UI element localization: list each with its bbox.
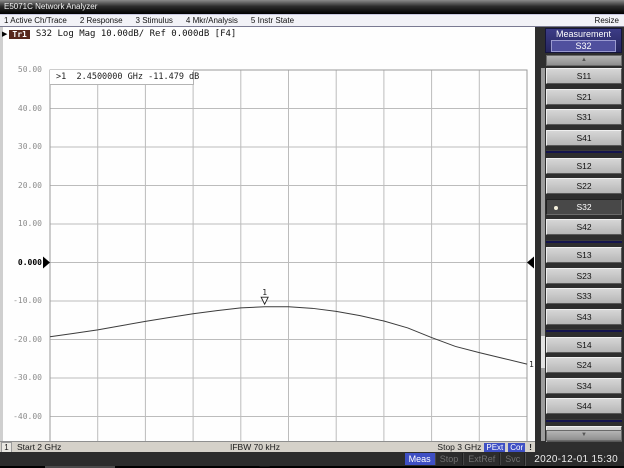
softkey-menu-title: Measurement: [546, 29, 621, 40]
active-trace-arrow-icon: ▶: [2, 30, 7, 38]
datetime-display: 2020-12-01 15:30: [525, 453, 624, 466]
softkey-s44[interactable]: S44: [546, 398, 622, 414]
channel-status-bar: 1 Start 2 GHz IFBW 70 kHz Stop 3 GHz PEx…: [0, 441, 535, 452]
softkey-label: S12: [576, 161, 591, 171]
menu-item-4[interactable]: 4 Mkr/Analysis: [186, 16, 238, 25]
title-bar: E5071C Network Analyzer: [0, 0, 624, 14]
softkey-label: S34: [576, 381, 591, 391]
softkey-label: S11: [577, 71, 592, 81]
alert-indicator: !: [528, 442, 532, 452]
meas-status: Meas: [405, 453, 435, 465]
instrument-screen: E5071C Network Analyzer 1 Active Ch/Trac…: [0, 0, 624, 468]
softkey-group-separator: [546, 150, 622, 153]
softkey-s21[interactable]: S21: [546, 89, 622, 105]
softkey-label: S43: [576, 312, 591, 322]
selected-bullet-icon: [554, 206, 558, 210]
trace-chart: 11: [0, 67, 535, 468]
trace-settings-text: S32 Log Mag 10.00dB/ Ref 0.000dB [F4]: [36, 29, 236, 39]
softkey-list: S11 S21 S31 S41 S12 S22 S32 S42 S13 S23 S33 S43 S14 S…: [546, 68, 622, 442]
softkey-scroll-up-button[interactable]: ▲: [546, 55, 622, 66]
menu-bar: 1 Active Ch/Trace 2 Response 3 Stimulus 4 M…: [0, 14, 624, 27]
channel-number: 1: [1, 442, 12, 453]
stop-frequency[interactable]: Stop 3 GHz: [437, 442, 481, 452]
trace1-badge[interactable]: Tr1: [9, 30, 29, 39]
stop-status: Stop: [435, 453, 464, 465]
marker1-number: 1: [262, 288, 267, 297]
softkey-menu-header: Measurement S32: [545, 28, 622, 53]
softkey-label: S42: [576, 222, 591, 232]
menu-item-5[interactable]: 5 Instr State: [251, 16, 294, 25]
softkey-s23[interactable]: S23: [546, 268, 622, 284]
softkey-label: S14: [576, 340, 591, 350]
ref-level-right-icon: [527, 257, 534, 269]
softkey-s14[interactable]: S14: [546, 337, 622, 353]
softkey-s34[interactable]: S34: [546, 378, 622, 394]
softkey-label: S24: [576, 360, 591, 370]
softkey-sidebar: Measurement S32 ▲ S11S21S31S41S12S22S32S…: [535, 27, 624, 452]
extref-status: ExtRef: [463, 453, 500, 465]
window-title: E5071C Network Analyzer: [4, 2, 97, 11]
softkey-label: S21: [576, 92, 591, 102]
softkey-label: S13: [576, 250, 591, 260]
svc-status: Svc: [500, 453, 525, 465]
softkey-label: S23: [576, 271, 591, 281]
menu-item-1[interactable]: 1 Active Ch/Trace: [4, 16, 67, 25]
ref-level-left-icon: [43, 257, 50, 269]
softkey-scrollbar[interactable]: [541, 68, 545, 441]
softkey-label: S44: [576, 401, 591, 411]
display-area: ▶ Tr1 S32 Log Mag 10.00dB/ Ref 0.000dB […: [0, 27, 535, 441]
softkey-label: S22: [576, 181, 591, 191]
softkey-s13[interactable]: S13: [546, 247, 622, 263]
instrument-status-bar: Meas Stop ExtRef Svc 2020-12-01 15:30: [0, 452, 624, 466]
softkey-label: S32: [576, 202, 591, 212]
menu-item-2[interactable]: 2 Response: [80, 16, 123, 25]
softkey-s12[interactable]: S12: [546, 158, 622, 174]
softkey-s33[interactable]: S33: [546, 288, 622, 304]
softkey-label: S33: [576, 291, 591, 301]
menu-items: 1 Active Ch/Trace 2 Response 3 Stimulus 4 M…: [0, 16, 294, 25]
softkey-s43[interactable]: S43: [546, 309, 622, 325]
softkey-scrollbar-thumb[interactable]: [541, 336, 545, 368]
softkey-group-separator: [546, 419, 622, 422]
softkey-s42[interactable]: S42: [546, 219, 622, 235]
softkey-menu-value: S32: [551, 40, 616, 52]
softkey-label: S41: [576, 133, 591, 143]
resize-button[interactable]: Resize: [595, 16, 624, 25]
softkey-label: S31: [576, 112, 591, 122]
softkey-s22[interactable]: S22: [546, 178, 622, 194]
menu-item-3[interactable]: 3 Stimulus: [136, 16, 173, 25]
softkey-s11[interactable]: S11: [546, 68, 622, 84]
softkey-s32[interactable]: S32: [546, 199, 622, 215]
softkey-group-separator: [546, 329, 622, 332]
start-frequency[interactable]: Start 2 GHz: [17, 442, 61, 452]
ifbw-readout[interactable]: IFBW 70 kHz: [195, 442, 315, 452]
softkey-s24[interactable]: S24: [546, 357, 622, 373]
pext-badge: PExt: [484, 443, 505, 452]
trace-status-line: ▶ Tr1 S32 Log Mag 10.00dB/ Ref 0.000dB […: [0, 27, 535, 41]
cor-badge: Cor: [508, 443, 525, 452]
softkey-s41[interactable]: S41: [546, 130, 622, 146]
trace-end-label: 1: [529, 360, 534, 369]
marker-readout: >1 2.4500000 GHz -11.479 dB: [50, 70, 194, 85]
softkey-s31[interactable]: S31: [546, 109, 622, 125]
softkey-scroll-down-button[interactable]: ▼: [546, 430, 622, 441]
softkey-group-separator: [546, 240, 622, 243]
